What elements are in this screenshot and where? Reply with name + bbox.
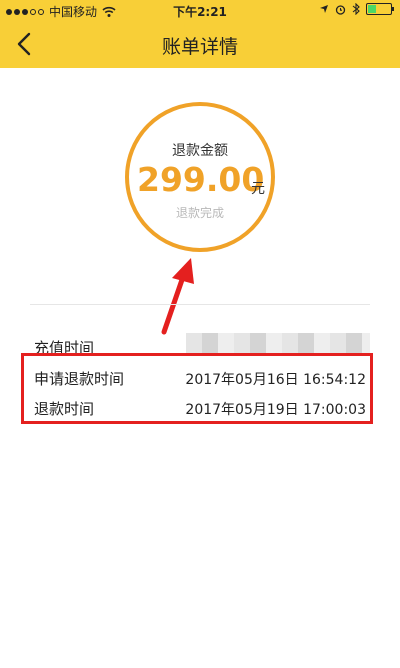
refund-amount-label: 退款金额: [172, 143, 228, 159]
apply-refund-time-label: 申请退款时间: [34, 370, 125, 388]
alarm-icon: [335, 4, 346, 15]
refund-amount-circle: 退款金额 299.00 元 退款完成: [125, 102, 275, 252]
navigation-bar: 账单详情: [0, 20, 400, 68]
status-bar: 中国移动 下午2:21: [0, 0, 400, 20]
refund-amount-unit: 元: [251, 181, 265, 197]
refund-amount-value: 299.00: [137, 160, 265, 199]
location-icon: [320, 5, 328, 13]
status-right: [319, 3, 394, 15]
page-title: 账单详情: [161, 36, 238, 58]
refund-time-value: 2017年05月19日 17:00:03: [185, 402, 366, 418]
apply-refund-time-value: 2017年05月16日 16:54:12: [185, 372, 366, 388]
recharge-time-value-blurred: [186, 333, 370, 353]
refund-status: 退款完成: [175, 206, 224, 220]
battery-icon: [366, 3, 394, 15]
divider: [30, 304, 370, 305]
bluetooth-icon: [352, 3, 360, 15]
annotation-arrow-icon: [161, 258, 194, 335]
refund-time-label: 退款时间: [34, 400, 95, 418]
